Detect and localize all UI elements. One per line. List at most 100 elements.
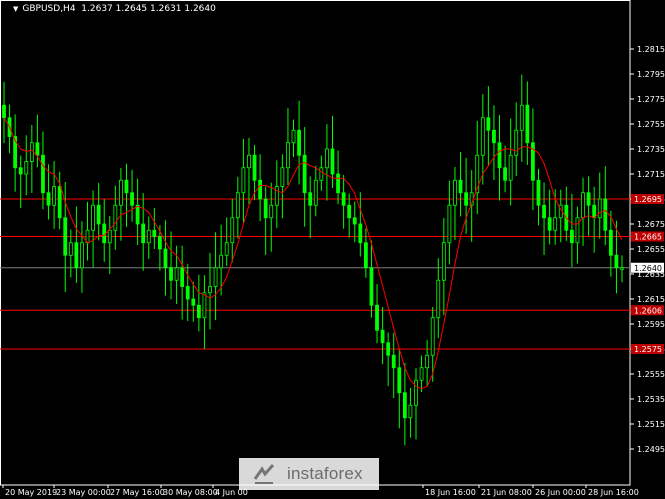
candle-body bbox=[575, 217, 580, 244]
candle-body bbox=[174, 267, 179, 281]
level-price-label: 1.2575 bbox=[634, 345, 662, 354]
y-tick-label: 1.2795 bbox=[637, 70, 665, 79]
candle-body bbox=[141, 223, 146, 244]
candle-body bbox=[41, 154, 45, 194]
candle-body bbox=[597, 198, 602, 219]
candle-body bbox=[503, 167, 507, 181]
candle-body bbox=[202, 292, 207, 319]
candle-body bbox=[397, 367, 402, 394]
candle-body bbox=[219, 254, 224, 269]
candle-body bbox=[124, 179, 129, 194]
candle-body bbox=[425, 354, 430, 369]
chart-window[interactable]: 1.2815 1.2795 1.2775 1.2755 1.2735 1.2715 1.26… bbox=[0, 0, 665, 499]
candle-body bbox=[581, 192, 585, 219]
candle-body bbox=[319, 167, 324, 181]
candle-body bbox=[430, 317, 435, 356]
ohlc-values: 1.2637 1.2645 1.2631 1.2640 bbox=[81, 4, 216, 14]
collapse-arrow-icon[interactable]: ▼ bbox=[13, 5, 18, 13]
candle-body bbox=[608, 229, 613, 256]
y-tick-label: 1.2815 bbox=[637, 45, 665, 54]
candle-body bbox=[363, 242, 368, 269]
candle-body bbox=[486, 117, 491, 131]
candle-body bbox=[380, 329, 385, 344]
candle-body bbox=[458, 179, 463, 194]
y-tick-label: 1.2675 bbox=[637, 220, 665, 229]
candle-body bbox=[614, 254, 619, 269]
candle-body bbox=[492, 129, 496, 144]
y-tick-label: 1.2775 bbox=[637, 95, 665, 104]
y-tick-label: 1.2555 bbox=[637, 370, 665, 379]
y-tick-label: 1.2535 bbox=[637, 395, 665, 404]
candle-body bbox=[441, 242, 446, 281]
x-tick-label: 18 Jun 16:00 bbox=[425, 488, 476, 497]
candle-body bbox=[592, 204, 597, 219]
y-tick-label: 1.2595 bbox=[637, 320, 665, 329]
candle-body bbox=[436, 279, 441, 319]
candle-body bbox=[375, 304, 379, 331]
candle-body bbox=[341, 192, 346, 206]
candle-body bbox=[553, 217, 558, 231]
candle-body bbox=[286, 142, 290, 169]
candle-body bbox=[208, 286, 212, 294]
candle-body bbox=[358, 223, 363, 244]
candle-body bbox=[63, 217, 68, 256]
y-tick-label: 1.2735 bbox=[637, 145, 665, 154]
candle-body bbox=[68, 242, 73, 256]
candle-body bbox=[102, 223, 107, 244]
candle-body bbox=[146, 229, 151, 244]
level-price-label: 1.2665 bbox=[634, 233, 662, 242]
candle-body bbox=[386, 342, 391, 356]
candle-body bbox=[402, 392, 407, 419]
candle-body bbox=[414, 379, 418, 406]
candle-body bbox=[2, 104, 6, 119]
candle-body bbox=[369, 267, 374, 306]
candle-body bbox=[35, 142, 40, 156]
candle-body bbox=[107, 229, 112, 244]
candle-body bbox=[620, 267, 624, 270]
current-price-label: 1.2640 bbox=[634, 264, 662, 273]
candle-body bbox=[46, 192, 51, 206]
logo-text: instaforex bbox=[287, 464, 363, 483]
plot-frame bbox=[0, 0, 631, 486]
candle-body bbox=[96, 204, 101, 225]
candle-body bbox=[308, 192, 313, 206]
candle-body bbox=[130, 192, 134, 206]
candle-body bbox=[302, 154, 307, 194]
candle-body bbox=[480, 117, 485, 156]
x-tick-label: 21 Jun 08:00 bbox=[481, 488, 532, 497]
symbol-timeframe: GBPUSD,H4 bbox=[22, 4, 76, 14]
candle-body bbox=[57, 186, 62, 219]
candle-body bbox=[508, 154, 513, 181]
x-tick-label: 26 Jun 00:00 bbox=[535, 488, 586, 497]
candle-body bbox=[447, 204, 452, 244]
candle-body bbox=[269, 204, 274, 219]
candle-body bbox=[536, 179, 541, 206]
candle-body bbox=[191, 298, 196, 306]
candle-body bbox=[325, 148, 329, 169]
candle-body bbox=[408, 404, 413, 419]
x-tick-label: 30 May 08:00 bbox=[163, 488, 218, 497]
x-tick-label: 23 May 00:00 bbox=[56, 488, 111, 497]
candle-body bbox=[263, 198, 268, 219]
candle-body bbox=[224, 242, 229, 256]
candle-body bbox=[80, 242, 84, 269]
candle-body bbox=[74, 242, 79, 269]
candle-body bbox=[519, 104, 524, 131]
candle-body bbox=[280, 167, 285, 187]
candle-body bbox=[336, 173, 340, 194]
candle-body bbox=[185, 286, 190, 300]
x-tick-label: 27 May 16:00 bbox=[110, 488, 165, 497]
candle-body bbox=[113, 204, 118, 231]
chart-title: ▼ GBPUSD,H4 1.2637 1.2645 1.2631 1.2640 bbox=[13, 4, 216, 14]
price-chart[interactable]: 1.2815 1.2795 1.2775 1.2755 1.2735 1.2715 1.26… bbox=[0, 0, 665, 499]
x-tick-label: 28 Jun 16:00 bbox=[588, 488, 639, 497]
candle-body bbox=[391, 354, 396, 369]
candle-body bbox=[542, 204, 546, 219]
candle-body bbox=[347, 204, 352, 219]
candle-body bbox=[230, 217, 235, 244]
level-price-label: 1.2606 bbox=[634, 306, 662, 315]
y-tick-label: 1.2495 bbox=[637, 445, 665, 454]
candle-body bbox=[603, 198, 608, 231]
candle-body bbox=[497, 142, 502, 169]
candle-body bbox=[119, 179, 123, 206]
